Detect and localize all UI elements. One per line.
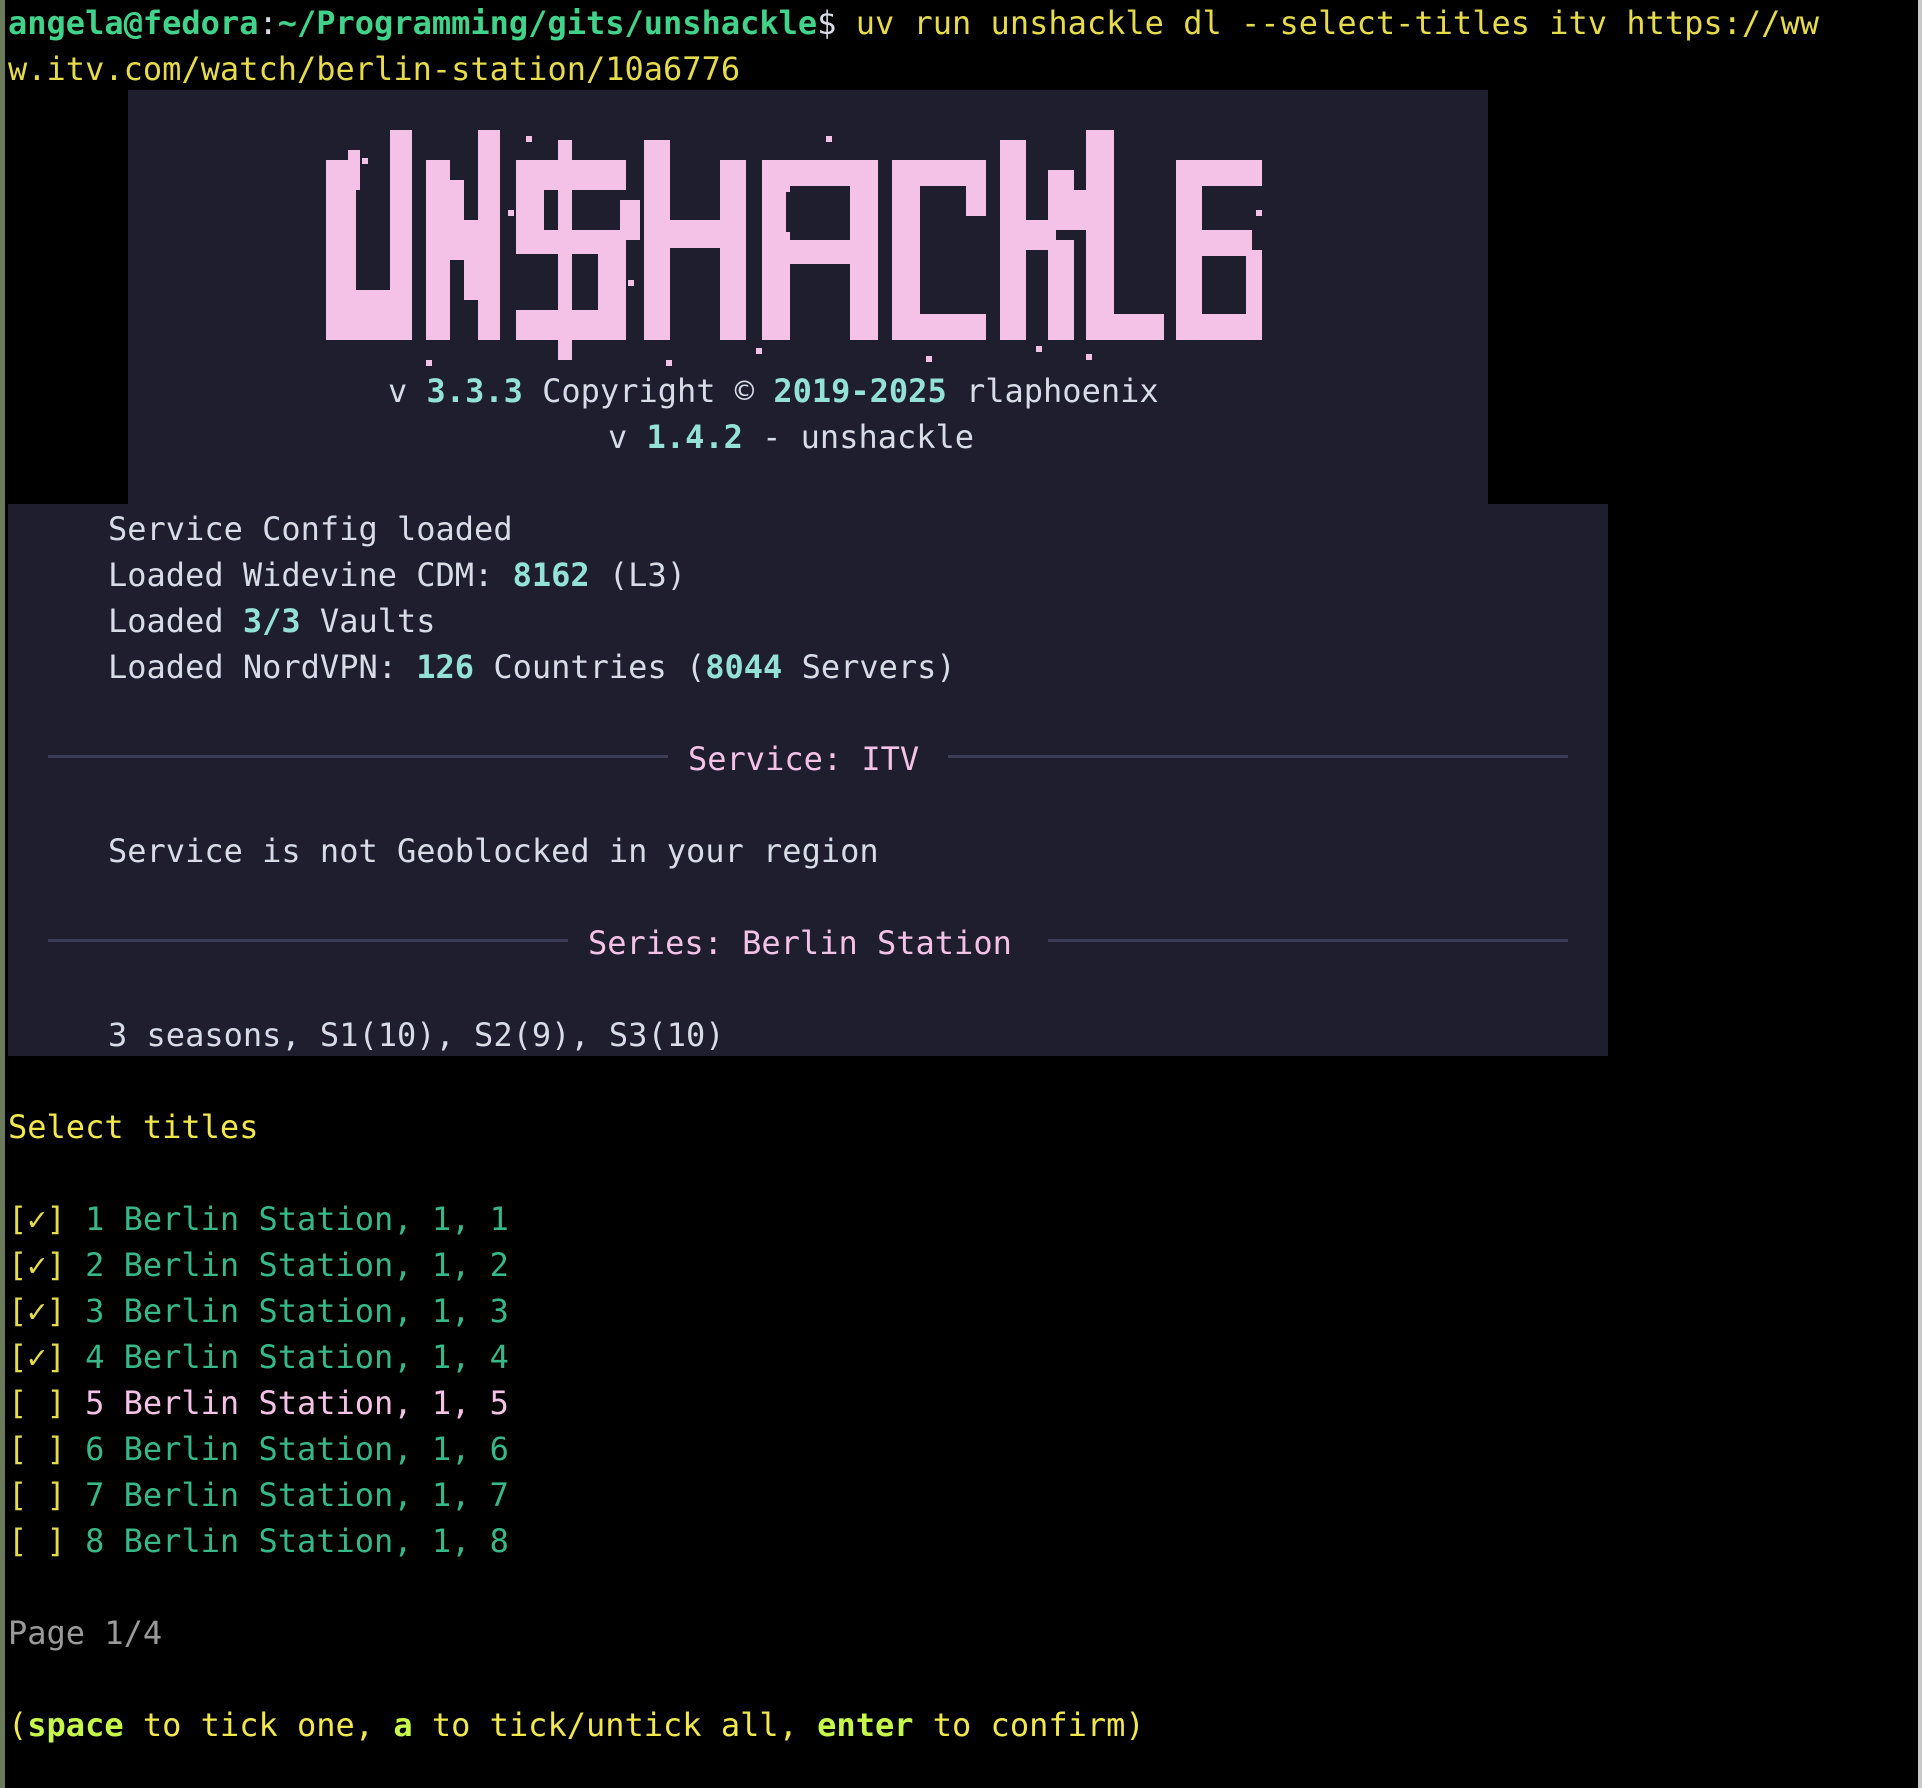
hint-text-3: to confirm)	[913, 1706, 1145, 1744]
unshackle-logo	[326, 130, 1262, 366]
author-name: rlaphoenix	[946, 372, 1159, 410]
title-label: 3 Berlin Station, 1, 3	[85, 1292, 509, 1330]
widevine-cdm-number: 8162	[512, 556, 590, 594]
title-label: 4 Berlin Station, 1, 4	[85, 1338, 509, 1376]
service-config-line: Service Config loaded	[108, 510, 513, 548]
checkbox-unchecked[interactable]: [ ]	[8, 1430, 66, 1468]
unshackle-version-number: 1.4.2	[646, 418, 743, 456]
title-option-6[interactable]: [ ] 6 Berlin Station, 1, 6	[8, 1426, 509, 1472]
title-option-3[interactable]: [✓] 3 Berlin Station, 1, 3	[8, 1288, 509, 1334]
vaults-prefix: Loaded	[108, 602, 243, 640]
copyright-years: 2019-2025	[773, 372, 947, 410]
copyright-text: Copyright ©	[522, 372, 774, 410]
widevine-level: (L3)	[589, 556, 686, 594]
widevine-prefix: Loaded Widevine CDM:	[108, 556, 513, 594]
title-label: 8 Berlin Station, 1, 8	[85, 1522, 509, 1560]
prompt-separator: :	[258, 4, 278, 42]
widevine-line: Loaded Widevine CDM: 8162 (L3)	[108, 552, 686, 598]
title-label: 6 Berlin Station, 1, 6	[85, 1430, 509, 1468]
version-prefix: v	[388, 372, 427, 410]
service-heading: Service: ITV	[688, 740, 920, 778]
title-label-focused: 5 Berlin Station, 1, 5	[85, 1384, 509, 1422]
version-line: v 3.3.3 Copyright © 2019-2025 rlaphoenix	[388, 368, 1159, 414]
nordvpn-countries: 126	[416, 648, 475, 686]
prompt-user-host: angela@fedora	[8, 4, 259, 42]
version-number: 3.3.3	[426, 372, 523, 410]
checkbox-checked[interactable]: [✓]	[8, 1200, 66, 1238]
hint-text-1: to tick one,	[123, 1706, 394, 1744]
hint-key-space: space	[27, 1706, 124, 1744]
vaults-count: 3/3	[242, 602, 301, 640]
title-label: 1 Berlin Station, 1, 1	[85, 1200, 509, 1238]
shell-prompt-line-1: angela@fedora:~/Programming/gits/unshack…	[8, 0, 1819, 46]
unshackle-version-line: v 1.4.2 - unshackle	[608, 414, 974, 460]
title-option-1[interactable]: [✓] 1 Berlin Station, 1, 1	[8, 1196, 509, 1242]
checkbox-checked[interactable]: [✓]	[8, 1292, 66, 1330]
command-text-1: uv run unshackle dl --select-titles itv …	[836, 4, 1819, 42]
seasons-summary: 3 seasons, S1(10), S2(9), S3(10)	[108, 1016, 725, 1054]
keyboard-hint: (space to tick one, a to tick/untick all…	[8, 1702, 1145, 1748]
hint-text-2: to tick/untick all,	[412, 1706, 818, 1744]
nordvpn-prefix: Loaded NordVPN:	[108, 648, 417, 686]
nordvpn-servers: 8044	[705, 648, 783, 686]
hint-open-paren: (	[8, 1706, 28, 1744]
series-heading: Series: Berlin Station	[588, 924, 1012, 962]
prompt-dollar: $	[817, 4, 837, 42]
unshackle-version-prefix: v	[608, 418, 647, 456]
page-indicator: Page 1/4	[8, 1614, 163, 1652]
nordvpn-mid: Countries (	[474, 648, 706, 686]
service-rule-right	[948, 755, 1568, 758]
checkbox-unchecked[interactable]: [ ]	[8, 1476, 66, 1514]
title-option-8[interactable]: [ ] 8 Berlin Station, 1, 8	[8, 1518, 509, 1564]
checkbox-unchecked[interactable]: [ ]	[8, 1522, 66, 1560]
nordvpn-line: Loaded NordVPN: 126 Countries (8044 Serv…	[108, 644, 956, 690]
nordvpn-suffix: Servers)	[782, 648, 956, 686]
select-titles-heading: Select titles	[8, 1108, 259, 1146]
series-rule-left	[48, 939, 568, 942]
series-rule-right	[1048, 939, 1568, 942]
command-text-2: w.itv.com/watch/berlin-station/10a6776	[8, 50, 741, 88]
service-rule-left	[48, 755, 668, 758]
vaults-suffix: Vaults	[300, 602, 436, 640]
title-label: 7 Berlin Station, 1, 7	[85, 1476, 509, 1514]
window-right-edge	[1918, 0, 1922, 1788]
hint-key-a: a	[393, 1706, 413, 1744]
checkbox-checked[interactable]: [✓]	[8, 1246, 66, 1284]
title-option-2[interactable]: [✓] 2 Berlin Station, 1, 2	[8, 1242, 509, 1288]
checkbox-unchecked[interactable]: [ ]	[8, 1384, 66, 1422]
title-option-7[interactable]: [ ] 7 Berlin Station, 1, 7	[8, 1472, 509, 1518]
prompt-path: ~/Programming/gits/unshackle	[277, 4, 818, 42]
title-label: 2 Berlin Station, 1, 2	[85, 1246, 509, 1284]
geoblock-status: Service is not Geoblocked in your region	[108, 832, 879, 870]
hint-key-enter: enter	[817, 1706, 914, 1744]
vaults-line: Loaded 3/3 Vaults	[108, 598, 436, 644]
unshackle-version-suffix: - unshackle	[742, 418, 975, 456]
checkbox-checked[interactable]: [✓]	[8, 1338, 66, 1376]
title-option-4[interactable]: [✓] 4 Berlin Station, 1, 4	[8, 1334, 509, 1380]
title-option-5-focused[interactable]: [ ] 5 Berlin Station, 1, 5	[8, 1380, 509, 1426]
window-left-edge	[0, 0, 5, 1788]
